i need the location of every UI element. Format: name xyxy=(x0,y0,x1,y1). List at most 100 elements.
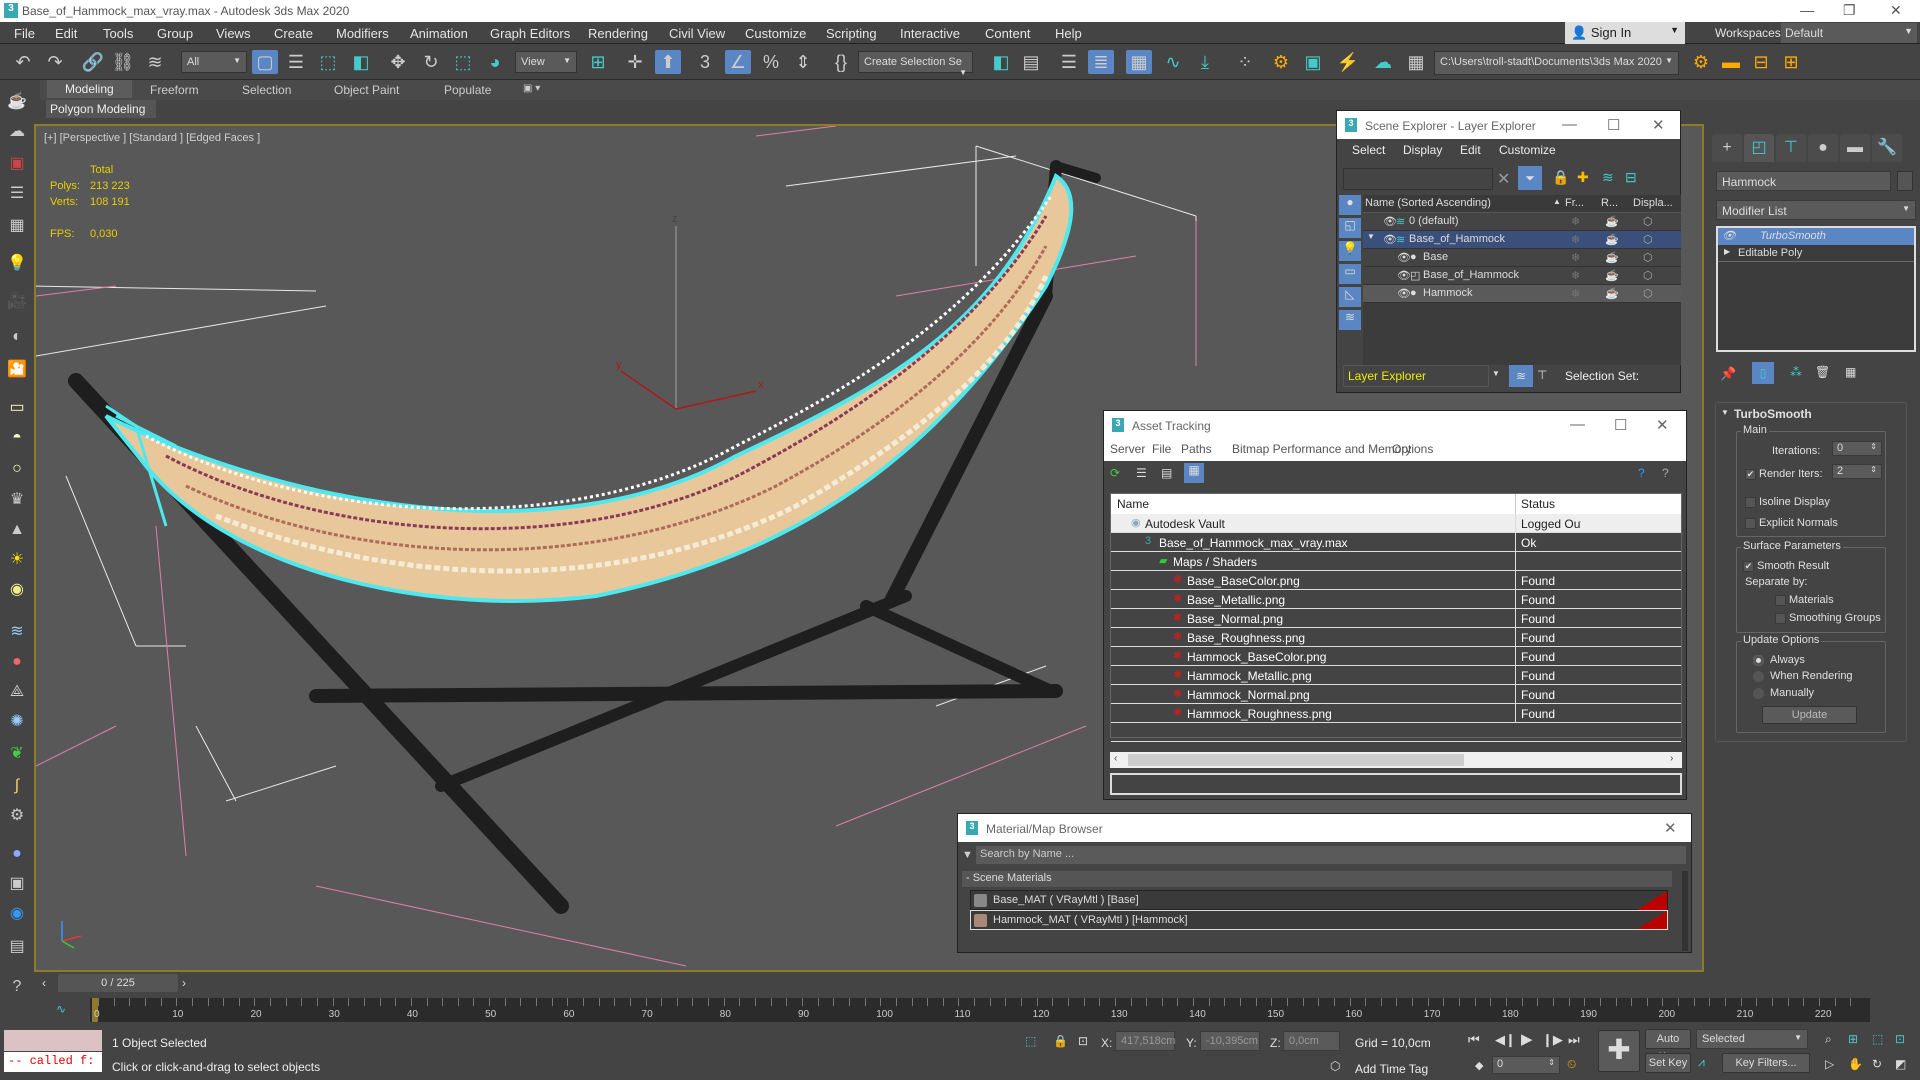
z-coordinate-field[interactable]: 0,0cm xyxy=(1283,1031,1340,1051)
project-tree-icon[interactable]: ⊟ xyxy=(1748,50,1774,74)
tab-modeling[interactable]: Modeling xyxy=(47,80,132,98)
select-by-name-icon[interactable]: ☰ xyxy=(283,50,309,74)
go-to-start-icon[interactable]: ⏮ xyxy=(1468,1032,1480,1048)
zoom-extents-icon[interactable]: ⬚ xyxy=(1872,1032,1883,1046)
smooth-result-checkbox[interactable]: ✔ Smooth Result xyxy=(1743,560,1829,572)
absolute-mode-icon[interactable]: ⊡ xyxy=(1078,1034,1088,1048)
video-camera-icon[interactable]: 🎦 xyxy=(4,358,30,382)
smoothing-groups-checkbox[interactable]: Smoothing Groups xyxy=(1775,612,1881,624)
help-query-icon[interactable]: ? xyxy=(1638,466,1645,480)
snaps-toggle-icon[interactable]: 3 xyxy=(692,50,718,74)
layers-icon[interactable]: ≋ xyxy=(1602,169,1614,186)
show-end-result-icon[interactable]: ▯ xyxy=(1752,362,1774,384)
col-status[interactable]: Status xyxy=(1521,497,1555,511)
toggle-scene-explorer-icon[interactable]: ☰ xyxy=(1056,50,1082,74)
maximize-button[interactable]: ☐ xyxy=(1614,416,1627,434)
display-tab-icon[interactable]: ▬ xyxy=(1840,134,1870,162)
at-menu-file[interactable]: File xyxy=(1152,442,1171,456)
scene-explorer-titlebar[interactable]: 3 Scene Explorer - Layer Explorer — ☐ ✕ xyxy=(1337,111,1680,139)
globe-icon[interactable]: ◉ xyxy=(4,902,30,926)
geometry-filter-icon[interactable]: ● xyxy=(1339,195,1361,215)
camera-icon[interactable]: 🎥 xyxy=(4,290,30,314)
scene-explorer-search[interactable] xyxy=(1343,168,1493,190)
shapes-filter-icon[interactable]: ◱ xyxy=(1339,218,1361,238)
list-view-icon[interactable]: ☰ xyxy=(1136,466,1147,480)
material-item-base[interactable]: Base_MAT ( VRayMtl ) [Base] xyxy=(970,890,1668,910)
asset-row[interactable]: ✱ Hammock_BaseColor.png Found xyxy=(1111,647,1681,666)
freeze-icon[interactable]: ❄ xyxy=(1571,287,1580,300)
previous-frame-icon[interactable]: ◀❙ xyxy=(1495,1032,1516,1048)
zoom-extents-all-icon[interactable]: ⊡ xyxy=(1895,1032,1905,1046)
col-name[interactable]: Name xyxy=(1117,497,1149,511)
workspace-select[interactable]: Default ▼ xyxy=(1781,23,1917,43)
spacewarps-filter-icon[interactable]: ≋ xyxy=(1339,310,1361,330)
polygon-modeling-panel[interactable]: Polygon Modeling xyxy=(46,100,156,118)
when-rendering-radio[interactable]: When Rendering xyxy=(1753,670,1853,682)
asset-tracking-titlebar[interactable]: 3 Asset Tracking — ☐ ✕ xyxy=(1104,411,1686,439)
bind-space-warp-icon[interactable]: ≋ xyxy=(142,50,168,74)
hierarchy-icon[interactable]: ⊟ xyxy=(1625,169,1637,186)
ribbon-options-icon[interactable]: ▣ ▾ xyxy=(523,83,540,94)
window-crossing-icon[interactable]: ◧ xyxy=(348,50,374,74)
zoom-all-icon[interactable]: ⊞ xyxy=(1848,1032,1858,1046)
next-frame-icon[interactable]: ❙▶ xyxy=(1542,1032,1563,1048)
eye-icon[interactable]: 👁 xyxy=(1397,251,1411,264)
placement-icon[interactable]: ◕ xyxy=(482,50,508,74)
always-radio[interactable]: Always xyxy=(1753,654,1805,666)
close-button[interactable]: ✕ xyxy=(1652,116,1665,134)
dome-light-icon[interactable]: ◓ xyxy=(4,426,30,450)
se-menu-display[interactable]: Display xyxy=(1403,143,1442,157)
next-frame-button[interactable]: › xyxy=(182,976,186,990)
y-coordinate-field[interactable]: -10,395cm xyxy=(1200,1031,1260,1051)
key-mode-select[interactable]: Selected ▼ xyxy=(1696,1029,1808,1049)
percent-snap-icon[interactable]: % xyxy=(758,50,784,74)
asset-row[interactable]: ◉ Autodesk Vault Logged Out (A xyxy=(1111,514,1681,533)
scene-tree-row[interactable]: 👁 ● Base ❄ ☕ ⬡ xyxy=(1363,249,1681,267)
menu-tools[interactable]: Tools xyxy=(103,26,133,41)
eye-icon[interactable]: 👁 xyxy=(1383,215,1397,228)
tab-freeform[interactable]: Freeform xyxy=(150,83,199,97)
selection-filter-select[interactable]: All ▼ xyxy=(181,51,247,73)
rotate-icon[interactable]: ↻ xyxy=(418,50,444,74)
hierarchy-tab-icon[interactable]: ⊤ xyxy=(1776,134,1806,162)
at-menu-options[interactable]: Options xyxy=(1392,442,1433,456)
rect-selection-icon[interactable]: ⬚ xyxy=(315,50,341,74)
make-unique-icon[interactable]: ⁂ xyxy=(1790,365,1802,379)
timeline-track[interactable]: 0 10 20 30 40 50 60 70 80 90 100 110 120 130 140 150 160… xyxy=(90,998,1870,1022)
expand-icon[interactable]: ▶ xyxy=(1724,247,1730,256)
select-object-icon[interactable]: ▢ xyxy=(252,50,278,74)
sphere-icon[interactable]: ● xyxy=(4,842,30,866)
align-icon[interactable]: ▤ xyxy=(1018,50,1044,74)
menu-graph-editors[interactable]: Graph Editors xyxy=(490,26,570,41)
sun-icon[interactable]: ☀ xyxy=(4,548,30,572)
restore-button[interactable]: ❐ xyxy=(1843,2,1856,19)
project-path-select[interactable]: C:\Users\troll-stadt\Documents\3ds Max 2… xyxy=(1434,51,1679,75)
freeze-icon[interactable]: ❄ xyxy=(1571,233,1580,246)
se-menu-select[interactable]: Select xyxy=(1352,143,1385,157)
lights-filter-icon[interactable]: 💡 xyxy=(1339,241,1361,261)
key-mode-icon[interactable]: ◆ xyxy=(1475,1059,1483,1072)
clipper-icon[interactable]: ⚙ xyxy=(4,804,30,828)
render-teapot-icon[interactable]: ☕ xyxy=(1605,233,1619,246)
col-display[interactable]: Displa... xyxy=(1633,197,1673,209)
stack-item-turbosmooth[interactable]: 👁 TurboSmooth xyxy=(1718,228,1914,245)
edit-named-selection-icon[interactable]: {} xyxy=(828,50,854,74)
time-configuration-icon[interactable]: ⏲ xyxy=(1567,1057,1576,1072)
scene-tree-row[interactable]: ▼ 👁 ≋ Base_of_Hammock ❄ ☕ ⬡ xyxy=(1363,231,1681,249)
undo-icon[interactable]: ↶ xyxy=(10,50,36,74)
asset-path-field[interactable] xyxy=(1110,773,1682,795)
pin-stack-icon[interactable]: 📌 xyxy=(1720,366,1736,382)
render-production-icon[interactable]: ⚡ xyxy=(1335,50,1361,74)
hair-icon[interactable]: ∫ xyxy=(4,774,30,798)
mirror-icon[interactable]: ◧ xyxy=(988,50,1014,74)
configure-modifier-sets-icon[interactable]: ▦ xyxy=(1845,365,1856,379)
scene-materials-header[interactable]: - Scene Materials xyxy=(962,871,1672,887)
clear-search-icon[interactable]: ✕ xyxy=(1497,169,1510,189)
object-name-field[interactable]: Hammock xyxy=(1716,171,1891,191)
maxscript-listener-mini[interactable] xyxy=(4,1030,102,1051)
spot-light-icon[interactable]: ▲ xyxy=(4,518,30,542)
col-freeze[interactable]: Fr... xyxy=(1565,197,1584,209)
menu-views[interactable]: Views xyxy=(216,26,250,41)
default-tangents-icon[interactable]: ⩘ xyxy=(1698,1055,1705,1070)
maximize-viewport-icon[interactable]: ◩ xyxy=(1895,1057,1906,1071)
